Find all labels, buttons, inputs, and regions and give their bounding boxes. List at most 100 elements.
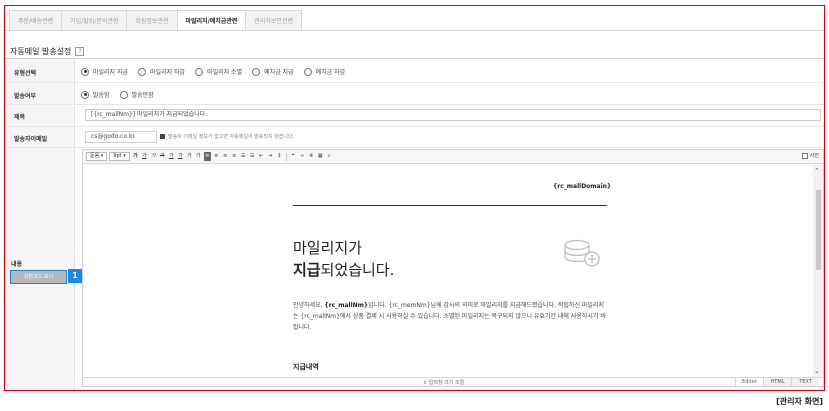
- photo-button[interactable]: 사진: [801, 152, 819, 159]
- radio-dot[interactable]: [138, 67, 147, 76]
- radio-label: 마일리지 지급: [93, 69, 129, 76]
- step-badge: 1: [68, 269, 82, 283]
- radio-label: 마일리지 차감: [150, 69, 186, 76]
- table-icon[interactable]: ▦: [317, 152, 324, 161]
- unordered-list-icon[interactable]: ☰: [249, 152, 256, 161]
- radio-mileage-give[interactable]: 마일리지 지급: [81, 67, 128, 76]
- type-label: 유형선택: [14, 70, 37, 77]
- superscript-button[interactable]: 가: [186, 152, 193, 161]
- help-icon[interactable]: ?: [75, 47, 85, 56]
- row-divider: [5, 82, 824, 83]
- indent-icon[interactable]: ⇥: [267, 152, 274, 161]
- radio-dot[interactable]: [81, 67, 89, 76]
- line-height-icon[interactable]: ↕: [276, 152, 283, 161]
- headline-rest: 되었습니다.: [320, 261, 395, 279]
- editor-document[interactable]: {rc_mallDomain} 마일리지가 지급되었습니다. 안녕하세요. {r…: [83, 165, 812, 377]
- caption: [관리자 화면]: [776, 397, 823, 406]
- radio-mileage-expire[interactable]: 마일리지 소멸: [195, 67, 242, 76]
- headline-line1: 마일리지가: [293, 239, 363, 257]
- special-char-icon[interactable]: ※: [308, 152, 315, 161]
- body-bold: {rc_mallNm}: [324, 302, 369, 309]
- row-divider: [5, 147, 824, 148]
- headline-line2: 지급되었습니다.: [293, 259, 394, 281]
- align-right-icon[interactable]: ≡: [222, 152, 229, 161]
- substitution-code-button[interactable]: 치환코드 보기: [10, 270, 67, 284]
- editor-toolbar: 돋움 ▾ 9pt ▾ 가 가 가 가 가 가 가 가 ≡ ≡ ≡ ≡ ☰ ☰ ⇤…: [83, 150, 823, 164]
- radio-mileage-deduct[interactable]: 마일리지 차감: [138, 67, 185, 76]
- find-icon[interactable]: ⌕: [326, 152, 333, 161]
- info-icon: [160, 134, 165, 139]
- font-family-select[interactable]: 돋움 ▾: [86, 152, 108, 161]
- tab-join-withdraw-inquiry[interactable]: 가입/탈퇴/문의관련: [62, 10, 128, 31]
- quote-icon[interactable]: ❝: [290, 152, 297, 161]
- bold-button[interactable]: 가: [132, 152, 139, 161]
- body-prefix: 안녕하세요.: [293, 302, 325, 309]
- title-divider: [5, 58, 824, 59]
- content-label: 내용: [11, 261, 23, 268]
- give-details-title: 지급내역: [293, 363, 319, 371]
- tab-member-info[interactable]: 회원정보관련: [127, 10, 178, 31]
- tab-mileage-deposit[interactable]: 마일리지/예치금관련: [177, 10, 247, 31]
- resize-handle[interactable]: ⇕ 입력창 크기 조절: [423, 379, 464, 386]
- admin-frame: 주문/배송관련 가입/탈퇴/문의관련 회원정보관련 마일리지/예치금관련 관리자…: [4, 5, 825, 391]
- outdent-icon[interactable]: ⇤: [258, 152, 265, 161]
- link-icon[interactable]: ∞: [299, 152, 306, 161]
- italic-button[interactable]: 가: [150, 152, 157, 161]
- mode-html-tab[interactable]: HTML: [763, 378, 791, 386]
- email-body-text: 안녕하세요. {rc_mallNm}입니다. {rc_memNm}님께 감사의 …: [293, 300, 609, 333]
- radio-label: 예치금 차감: [315, 69, 346, 76]
- radio-label: 예치금 지급: [264, 69, 294, 76]
- mode-editor-tab[interactable]: Editor: [735, 378, 763, 386]
- sender-email-input[interactable]: cs@godo.co.kr: [85, 131, 157, 143]
- text-color-button[interactable]: 가: [168, 152, 175, 161]
- editor-mode-tabs: Editor HTML TEXT: [735, 378, 819, 386]
- mode-text-tab[interactable]: TEXT: [791, 378, 819, 386]
- label-column: [5, 59, 75, 390]
- scroll-up-icon[interactable]: ⌃: [814, 167, 820, 175]
- tab-order-shipping[interactable]: 주문/배송관련: [9, 10, 63, 31]
- rich-text-editor: 돋움 ▾ 9pt ▾ 가 가 가 가 가 가 가 가 ≡ ≡ ≡ ≡ ☰ ☰ ⇤…: [82, 149, 824, 387]
- radio-label: 마일리지 소멸: [207, 69, 243, 76]
- radio-send[interactable]: 발송함: [81, 90, 110, 99]
- coin-stack-icon: [564, 239, 600, 267]
- radio-dot[interactable]: [195, 67, 204, 76]
- align-justify-icon[interactable]: ≡: [231, 152, 238, 161]
- radio-label: 발송함: [93, 92, 110, 99]
- radio-no-send[interactable]: 발송안함: [119, 90, 154, 99]
- radio-dot[interactable]: [303, 67, 312, 76]
- radio-dot[interactable]: [81, 90, 89, 99]
- align-center-icon[interactable]: ≡: [213, 152, 220, 161]
- font-size-select[interactable]: 9pt ▾: [109, 152, 130, 161]
- scroll-down-icon[interactable]: ⌄: [814, 367, 820, 375]
- subscript-button[interactable]: 가: [195, 152, 202, 161]
- sender-hint: 발송자 이메일 정보가 없으면 자동메일이 발송되지 않습니다.: [160, 133, 294, 140]
- sender-label: 발송자이메일: [14, 136, 48, 143]
- radio-dot[interactable]: [119, 90, 128, 99]
- tab-divider: [5, 30, 824, 31]
- tab-admin-security[interactable]: 관리자보안관련: [246, 10, 303, 31]
- subject-label: 제목: [14, 114, 26, 121]
- send-radio-group: 발송함 발송안함: [81, 90, 154, 99]
- highlight-button[interactable]: 가: [177, 152, 184, 161]
- editor-statusbar: ⇕ 입력창 크기 조절 Editor HTML TEXT: [83, 377, 823, 386]
- photo-label: 사진: [809, 153, 819, 159]
- mall-domain-text: {rc_mallDomain}: [553, 183, 612, 190]
- underline-button[interactable]: 가: [141, 152, 148, 161]
- radio-dot[interactable]: [252, 67, 261, 76]
- radio-deposit-deduct[interactable]: 예치금 차감: [303, 67, 346, 76]
- section-title-text: 자동메일 발송설정: [10, 47, 72, 56]
- editor-scrollbar[interactable]: ⌃ ⌄: [813, 165, 823, 377]
- type-radio-group: 마일리지 지급 마일리지 차감 마일리지 소멸 예치금 지급 예치금 차감: [81, 67, 345, 76]
- scroll-thumb[interactable]: [816, 190, 821, 270]
- sender-hint-text: 발송자 이메일 정보가 없으면 자동메일이 발송되지 않습니다.: [168, 134, 295, 140]
- radio-deposit-give[interactable]: 예치금 지급: [252, 67, 294, 76]
- align-left-icon[interactable]: ≡: [203, 152, 211, 161]
- font-size-value: 9pt: [113, 153, 122, 159]
- strikethrough-button[interactable]: 가: [159, 152, 166, 161]
- headline-bold: 지급: [293, 261, 321, 279]
- subject-input[interactable]: [{rc_mallNm}] 마일리지가 지급되었습니다.: [85, 109, 821, 121]
- ordered-list-icon[interactable]: ☰: [240, 152, 247, 161]
- row-divider: [5, 104, 824, 105]
- email-headline: 마일리지가 지급되었습니다.: [293, 237, 394, 281]
- radio-label: 발송안함: [131, 92, 154, 99]
